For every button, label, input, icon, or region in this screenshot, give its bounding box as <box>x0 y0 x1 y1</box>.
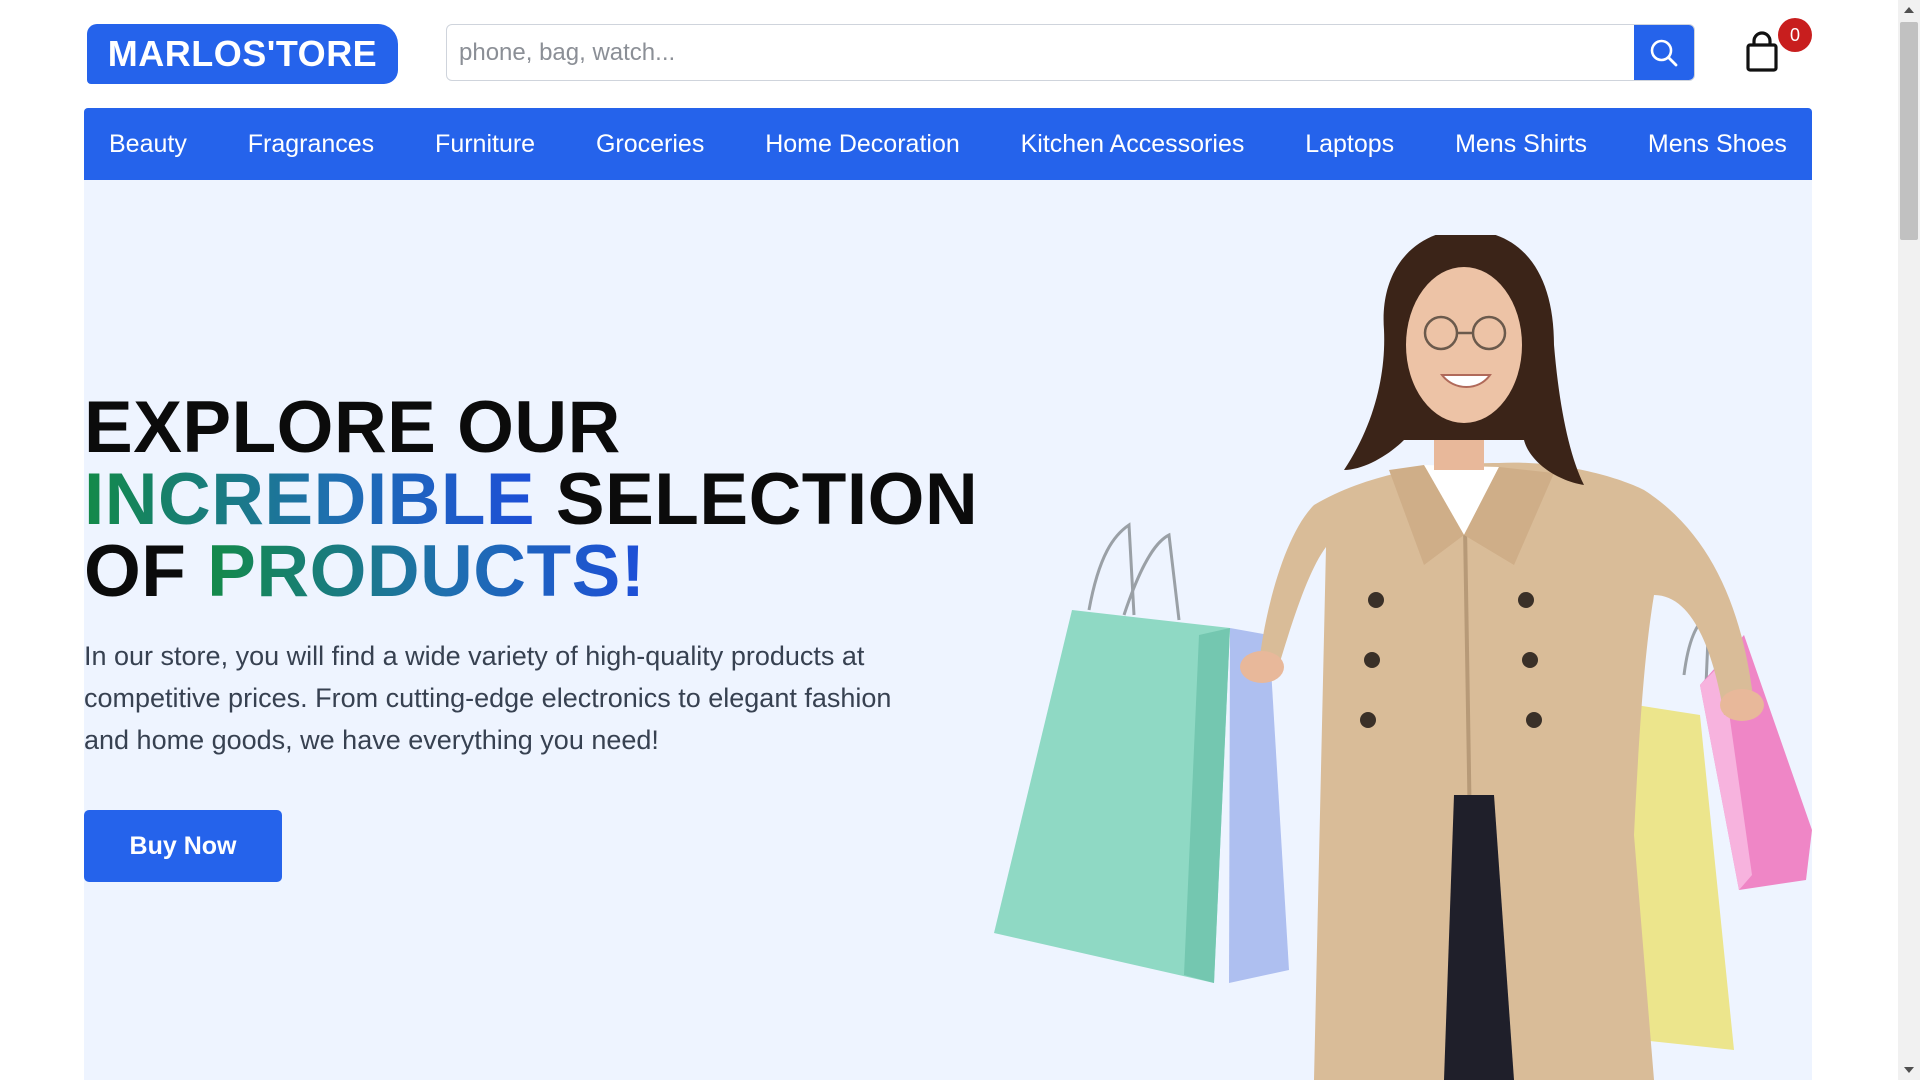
store-logo[interactable]: MARLOS'TORE <box>87 24 398 84</box>
nav-item-beauty[interactable]: Beauty <box>109 130 187 159</box>
nav-item-kitchen-accessories[interactable]: Kitchen Accessories <box>1021 130 1245 159</box>
headline-highlight-incredible: INCREDIBLE <box>84 459 536 540</box>
headline-highlight-products: PRODUCTS! <box>207 531 646 612</box>
nav-item-mens-shoes[interactable]: Mens Shoes <box>1648 130 1787 159</box>
buy-now-button[interactable]: Buy Now <box>84 810 282 882</box>
triangle-down-icon <box>1904 1067 1914 1073</box>
nav-item-furniture[interactable]: Furniture <box>435 130 535 159</box>
scrollbar-thumb[interactable] <box>1900 22 1918 240</box>
store-logo-text: MARLOS'TORE <box>107 33 378 74</box>
triangle-up-icon <box>1904 7 1914 13</box>
search-input[interactable] <box>447 25 1634 80</box>
search-button[interactable] <box>1634 25 1694 80</box>
headline-line-1: EXPLORE OUR <box>84 387 621 468</box>
woman-with-shopping-bags-image <box>994 235 1812 1080</box>
shopping-bag-icon <box>1746 31 1778 72</box>
scroll-up-arrow[interactable] <box>1898 0 1920 20</box>
search-bar <box>446 24 1695 81</box>
headline-selection: SELECTION <box>535 459 979 540</box>
nav-item-mens-shirts[interactable]: Mens Shirts <box>1455 130 1587 159</box>
page: MARLOS'TORE 0 Beauty Fragrances Furnitur… <box>0 0 1898 1080</box>
scroll-down-arrow[interactable] <box>1898 1060 1920 1080</box>
nav-item-home-decoration[interactable]: Home Decoration <box>765 130 960 159</box>
nav-item-laptops[interactable]: Laptops <box>1305 130 1394 159</box>
cart-button[interactable] <box>1742 30 1782 74</box>
headline-of: OF <box>84 531 208 612</box>
category-nav: Beauty Fragrances Furniture Groceries Ho… <box>84 108 1812 180</box>
cart-count-badge: 0 <box>1778 18 1812 52</box>
hero-headline: EXPLORE OUR INCREDIBLE SELECTION OF PROD… <box>84 391 979 608</box>
nav-item-fragrances[interactable]: Fragrances <box>248 130 374 159</box>
hero-description: In our store, you will find a wide varie… <box>84 641 892 755</box>
search-icon <box>1650 39 1678 66</box>
vertical-scrollbar[interactable] <box>1898 0 1920 1080</box>
hero-banner: EXPLORE OUR INCREDIBLE SELECTION OF PROD… <box>84 180 1812 1080</box>
nav-item-groceries[interactable]: Groceries <box>596 130 704 159</box>
